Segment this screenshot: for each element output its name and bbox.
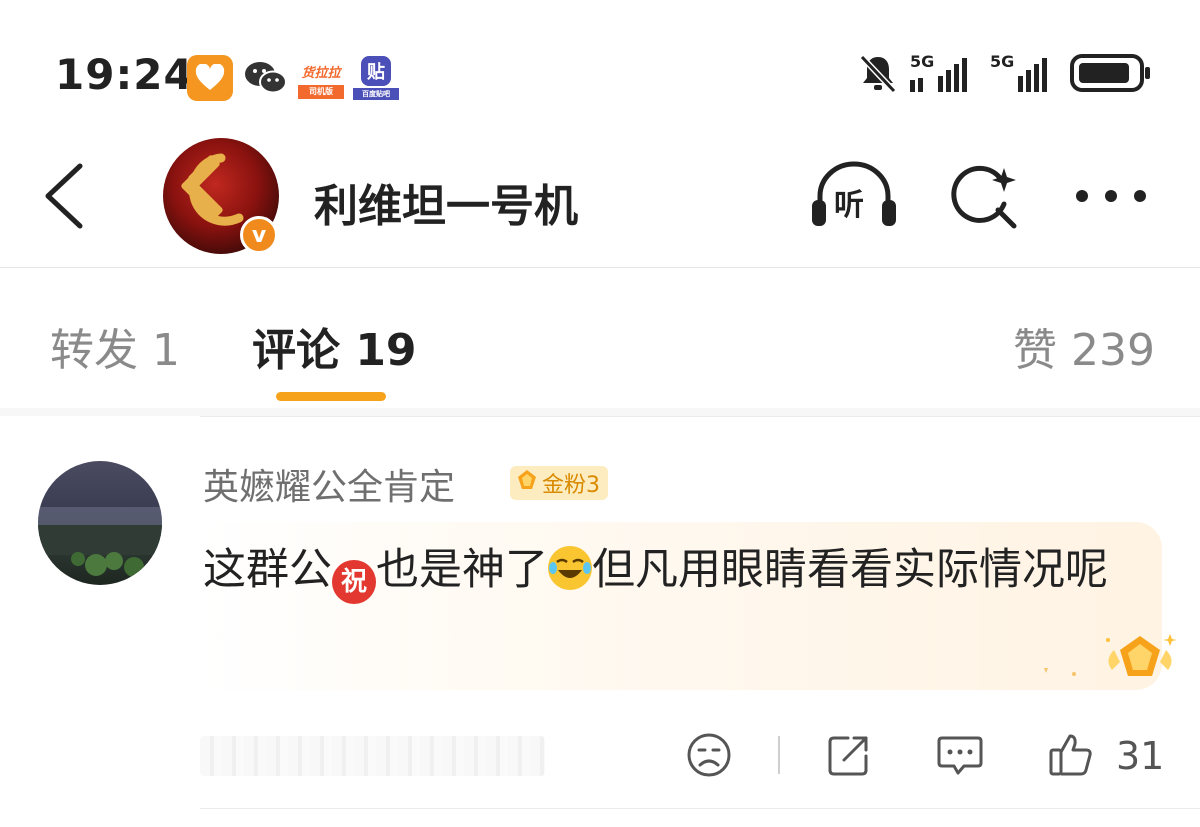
status-right: 5G 5G xyxy=(856,52,1152,98)
tab-repost[interactable]: 转发 1 xyxy=(50,314,180,378)
comment-text-part2: 也是神了 xyxy=(376,545,548,595)
section-divider xyxy=(0,408,1200,416)
tab-comment[interactable]: 评论 19 xyxy=(252,314,417,378)
page-title[interactable]: 利维坦一号机 xyxy=(314,170,578,234)
more-icon[interactable] xyxy=(1074,178,1148,214)
bottom-divider xyxy=(200,808,1200,809)
zhu-emoji-icon: 祝 xyxy=(332,560,376,604)
active-tab-indicator xyxy=(276,392,386,401)
status-time: 19:24 xyxy=(55,50,194,99)
fan-badge-label: 金粉3 xyxy=(542,473,600,498)
share-icon[interactable] xyxy=(826,732,872,778)
listen-icon[interactable]: 听 xyxy=(808,160,900,232)
signal-icon: 5G xyxy=(910,52,976,98)
star-badge-icon xyxy=(1100,630,1180,694)
commenter-name[interactable]: 英嬷耀公全肯定 xyxy=(203,458,455,510)
signal-icon-2: 5G xyxy=(990,52,1056,98)
wechat-icon xyxy=(243,58,289,98)
tieba-sub: 百度贴吧 xyxy=(353,88,399,100)
comment-text[interactable]: 这群公祝也是神了 但凡用眼睛看看实际情况呢 xyxy=(203,538,1123,604)
laugh-cry-emoji-icon xyxy=(548,546,592,590)
tieba-icon: 贴 百度贴吧 xyxy=(353,55,399,101)
thumbs-up-icon[interactable] xyxy=(1048,732,1094,778)
heart-app-icon xyxy=(187,55,233,101)
huolala-sub: 司机版 xyxy=(298,85,344,99)
commenter-avatar[interactable] xyxy=(38,461,162,585)
listen-label: 听 xyxy=(834,188,864,223)
blurred-meta-text xyxy=(200,736,545,776)
comment-text-part1: 这群公 xyxy=(203,545,332,595)
header-divider xyxy=(0,267,1200,268)
like-count: 31 xyxy=(1116,734,1165,778)
back-icon[interactable] xyxy=(40,160,88,236)
list-divider xyxy=(200,416,1200,417)
bell-off-icon xyxy=(856,51,900,99)
reply-icon[interactable] xyxy=(936,732,984,778)
verified-badge: v xyxy=(240,216,278,254)
action-separator xyxy=(778,736,780,774)
fan-level-badge: 金粉3 xyxy=(510,466,608,500)
sparkle-icon xyxy=(1040,664,1080,688)
tab-likes[interactable]: 赞 239 xyxy=(1013,314,1155,378)
tieba-label: 贴 xyxy=(361,56,391,86)
gem-icon xyxy=(516,469,538,497)
huolala-icon: 货拉拉 司机版 xyxy=(298,55,344,101)
search-icon[interactable] xyxy=(948,160,1022,232)
battery-icon xyxy=(1070,53,1152,97)
huolala-label: 货拉拉 xyxy=(301,65,341,81)
sad-face-icon[interactable] xyxy=(686,732,732,778)
avatar-landscape xyxy=(38,507,162,577)
comment-text-part3: 但凡用眼睛看看实际情况呢 xyxy=(592,545,1108,595)
